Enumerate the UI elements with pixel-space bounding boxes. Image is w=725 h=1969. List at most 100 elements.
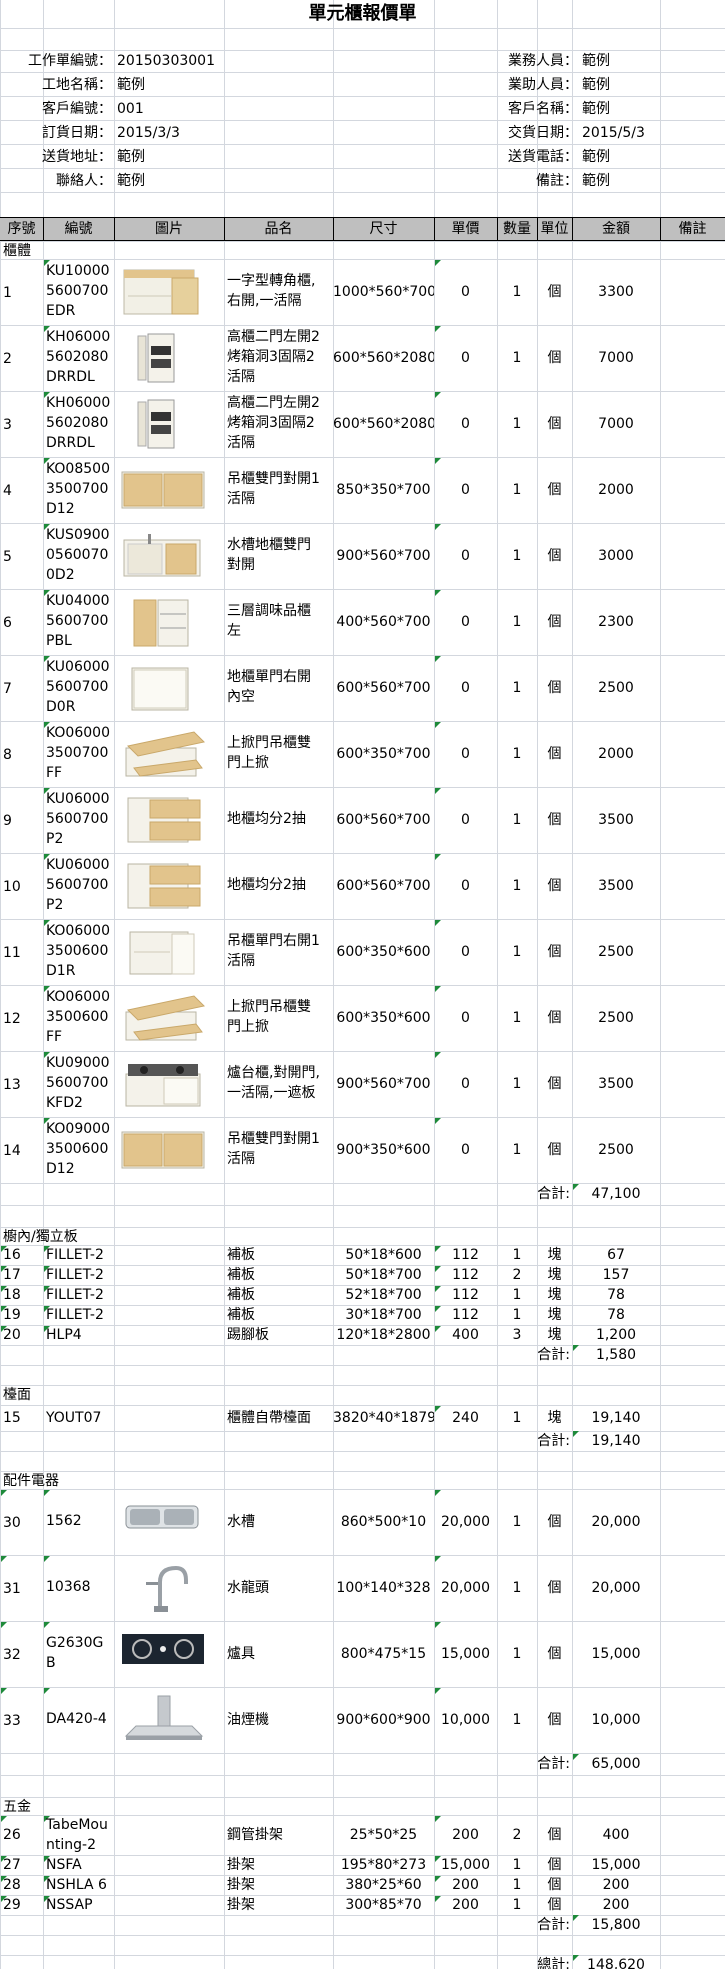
drawer-base-cabinet-image xyxy=(120,794,206,850)
info-value: 2015/5/3 xyxy=(582,125,645,141)
cell-marker xyxy=(44,260,50,266)
grid-hline xyxy=(0,787,725,788)
item-unit: 個 xyxy=(547,1646,562,1662)
item-name: 補板 xyxy=(227,1287,255,1303)
item-code: G2630G xyxy=(46,1635,104,1651)
item-size: 600*560*2080 xyxy=(333,350,434,366)
info-label: 聯絡人： xyxy=(56,173,112,189)
item-size: 900*350*600 xyxy=(336,1142,431,1158)
item-code: 3500700 xyxy=(46,481,109,497)
info-label: 備註： xyxy=(536,173,578,189)
grid-hline xyxy=(0,192,725,193)
column-header-4: 尺寸 xyxy=(369,221,398,237)
item-amount: 7000 xyxy=(598,416,634,432)
grid-hline xyxy=(0,1753,725,1754)
item-code: KU06000 xyxy=(46,791,110,807)
grid-hline xyxy=(0,523,725,524)
item-unit: 個 xyxy=(547,1580,562,1596)
cell-marker xyxy=(1,1816,7,1822)
item-name: 補板 xyxy=(227,1267,255,1283)
item-code: 5600700 xyxy=(46,613,109,629)
item-size: 600*560*700 xyxy=(336,878,431,894)
item-code: TabeMou xyxy=(46,1817,108,1833)
item-code: FILLET-2 xyxy=(46,1287,104,1303)
stove-cabinet-image xyxy=(120,1058,206,1114)
info-value: 範例 xyxy=(582,173,610,189)
info-label: 訂貨日期： xyxy=(42,125,112,141)
info-value: 範例 xyxy=(582,149,610,165)
info-value: 範例 xyxy=(582,101,610,117)
cell-marker xyxy=(44,1556,50,1562)
cell-marker xyxy=(44,524,50,530)
item-price: 0 xyxy=(461,746,470,762)
cell-marker xyxy=(435,986,441,992)
cell-marker xyxy=(435,1622,441,1628)
item-name: 掛架 xyxy=(227,1897,255,1913)
item-unit: 塊 xyxy=(547,1307,562,1323)
tall-cabinet-image xyxy=(120,398,206,454)
item-number: 30 xyxy=(3,1515,21,1531)
item-code: 5600700 xyxy=(46,811,109,827)
subtotal-value: 15,800 xyxy=(591,1917,641,1933)
drawer-base-cabinet-image xyxy=(120,860,206,916)
item-price: 0 xyxy=(461,416,470,432)
grid-hline xyxy=(0,1935,725,1936)
cell-marker xyxy=(44,1052,50,1058)
info-value: 2015/3/3 xyxy=(117,125,180,141)
item-code: 0D2 xyxy=(46,567,75,583)
grid-hline xyxy=(0,1621,725,1622)
item-number: 7 xyxy=(3,681,12,697)
item-unit: 個 xyxy=(547,812,562,828)
grid-hline xyxy=(0,1489,725,1490)
subtotal-label: 合計: xyxy=(537,1347,570,1363)
subtotal-label: 合計: xyxy=(537,1917,570,1933)
item-code: 3500600 xyxy=(46,1141,109,1157)
item-amount: 2000 xyxy=(598,746,634,762)
item-code: PBL xyxy=(46,633,72,649)
item-size: 800*475*15 xyxy=(340,1646,427,1662)
cell-marker xyxy=(44,590,50,596)
item-number: 10 xyxy=(3,879,21,895)
item-code: 1562 xyxy=(46,1513,82,1529)
cell-marker xyxy=(44,920,50,926)
spice-pullout-image xyxy=(120,596,206,652)
item-amount: 2500 xyxy=(598,944,634,960)
cell-marker xyxy=(44,392,50,398)
item-unit: 個 xyxy=(547,1877,562,1893)
cell-marker xyxy=(1,1688,7,1694)
item-number: 12 xyxy=(3,1011,21,1027)
item-name: 一字型轉角櫃, xyxy=(227,273,316,289)
item-number: 14 xyxy=(3,1143,21,1159)
item-price: 200 xyxy=(452,1827,479,1843)
item-code: FILLET-2 xyxy=(46,1307,104,1323)
item-amount: 7000 xyxy=(598,350,634,366)
column-header-0: 序號 xyxy=(7,221,36,237)
cell-marker xyxy=(435,260,441,266)
item-qty: 1 xyxy=(512,350,522,366)
item-number: 28 xyxy=(3,1877,21,1893)
item-name: 烤箱洞3固隔2 xyxy=(227,415,315,431)
grid-hline xyxy=(0,457,725,458)
cell-marker xyxy=(573,1754,579,1760)
item-code: KH06000 xyxy=(46,395,111,411)
item-number: 1 xyxy=(3,285,12,301)
item-number: 2 xyxy=(3,351,12,367)
item-unit: 塊 xyxy=(547,1327,562,1343)
section-label: 櫥內/獨立板 xyxy=(3,1229,78,1245)
item-code: NSHLA 6 xyxy=(46,1877,107,1893)
cell-marker xyxy=(435,1118,441,1124)
item-price: 0 xyxy=(461,350,470,366)
item-amount: 15,000 xyxy=(591,1646,641,1662)
item-qty: 1 xyxy=(512,1646,522,1662)
item-qty: 2 xyxy=(512,1827,522,1843)
item-size: 300*85*70 xyxy=(345,1897,422,1913)
item-price: 240 xyxy=(452,1410,479,1426)
cell-marker xyxy=(435,1556,441,1562)
item-qty: 1 xyxy=(512,1857,522,1873)
item-name: 一活隔,一遮板 xyxy=(227,1085,316,1101)
item-code: KO09000 xyxy=(46,1121,110,1137)
grid-hline xyxy=(0,241,725,242)
item-size: 600*560*2080 xyxy=(333,416,434,432)
item-amount: 2000 xyxy=(598,482,634,498)
item-qty: 2 xyxy=(512,1267,522,1283)
